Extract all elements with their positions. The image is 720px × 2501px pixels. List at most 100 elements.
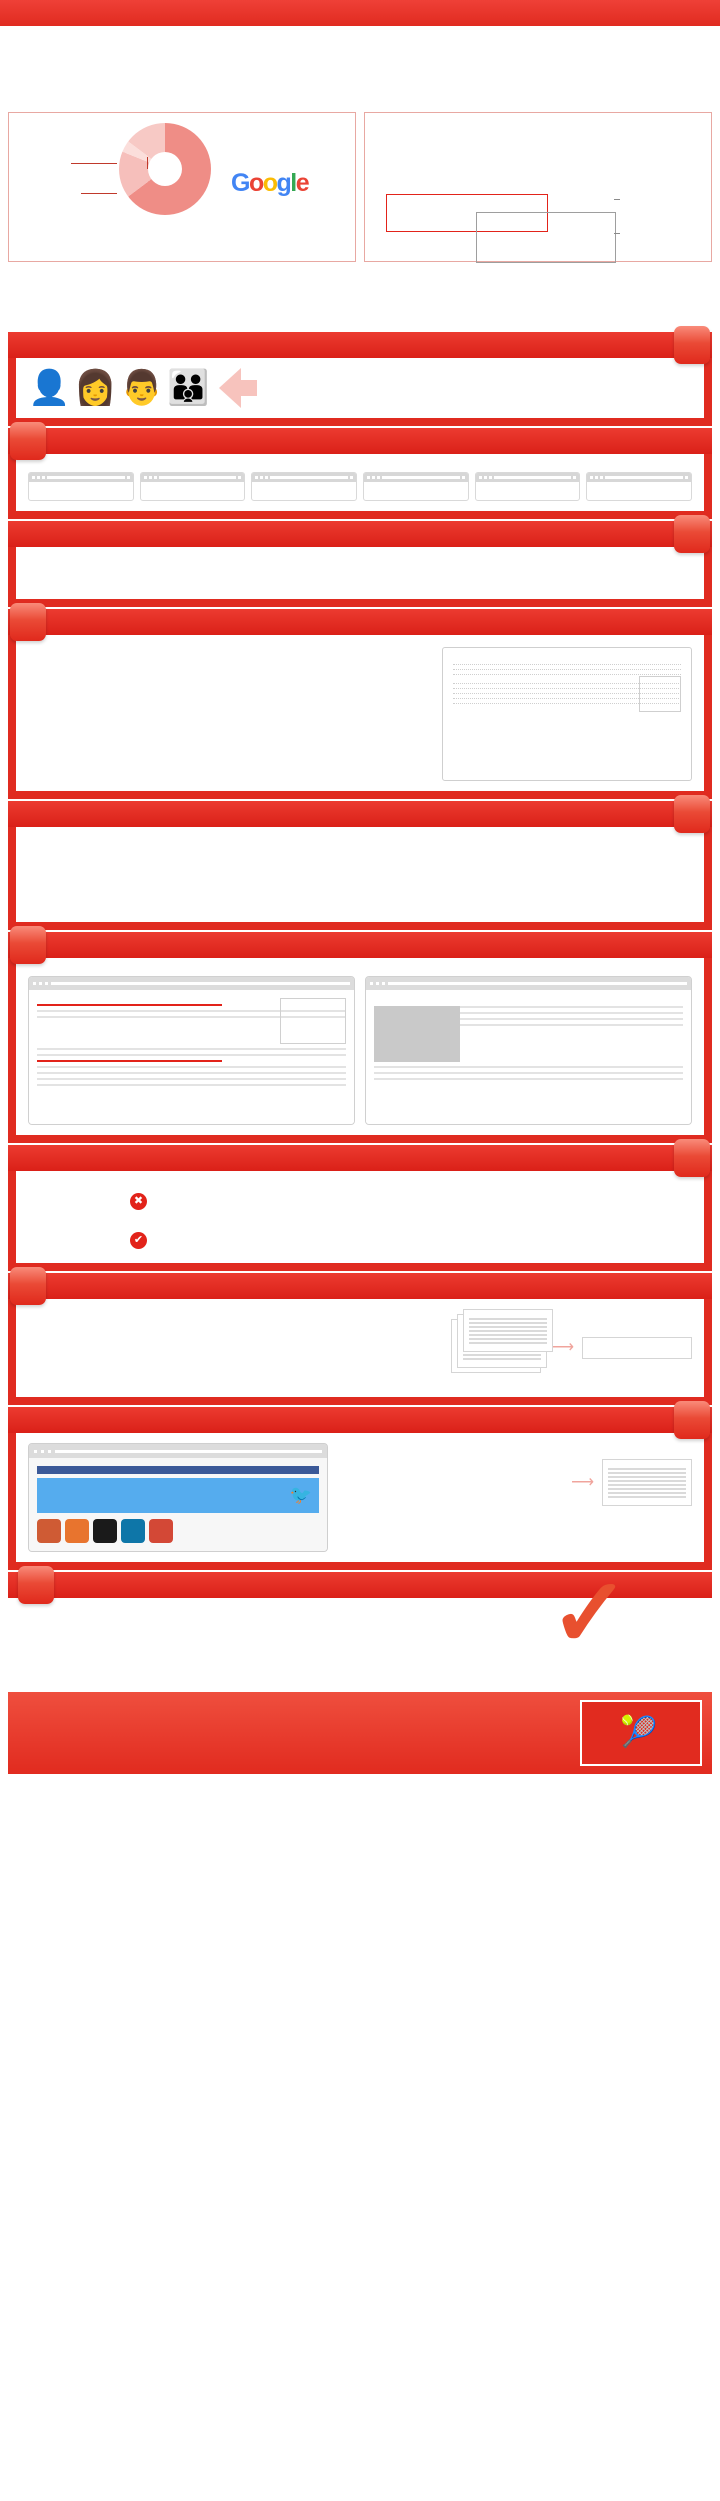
linkedin-icon[interactable] [121, 1519, 145, 1543]
header-kicker-bar [0, 0, 720, 26]
step-9-header[interactable] [8, 1401, 712, 1439]
step-9-body: 🐦 ⟶ [8, 1433, 712, 1570]
step-7-header[interactable] [8, 1139, 712, 1177]
step-4 [8, 603, 712, 799]
step-3-header[interactable] [8, 515, 712, 553]
steps-container: 👤 👩 👨 👪 ✖ ✔ ⟶ 🐦 ⟶ [0, 326, 720, 1570]
pictogram-box-rest-pages [476, 212, 616, 263]
right-arrow-icon: ⟶ [551, 1339, 574, 1356]
step-7-body: ✖ ✔ [8, 1171, 712, 1271]
leader-line-yahoo [81, 193, 117, 194]
article-document-mock [442, 647, 692, 781]
step-7: ✖ ✔ [8, 1139, 712, 1271]
leader-line-others [147, 157, 148, 169]
link-baits-list [28, 472, 693, 501]
article-paper-stack [451, 1309, 554, 1387]
left-arrow-icon [219, 368, 258, 408]
googleplus-icon[interactable] [149, 1519, 173, 1543]
right-arrow-icon: ⟶ [571, 1473, 594, 1491]
cross-icon: ✖ [130, 1193, 147, 1211]
step-8-diagram: ⟶ [392, 1309, 692, 1387]
list-item[interactable] [363, 472, 469, 501]
step-10-number [18, 1566, 54, 1604]
list-item[interactable] [586, 472, 693, 501]
browser-window-landing[interactable] [365, 976, 692, 1125]
step-6 [8, 926, 712, 1143]
check-icon: ✔ [130, 1232, 147, 1250]
step-9-number [674, 1401, 710, 1439]
person-doctor-icon: 👤 [28, 369, 71, 407]
click-thru-panel [364, 112, 712, 263]
bait-label [364, 482, 468, 500]
pie-label-google: Google [231, 169, 310, 197]
market-share-panel: Google [8, 112, 356, 262]
step-3-body [8, 547, 712, 607]
step-2-number [10, 422, 46, 460]
step-1: 👤 👩 👨 👪 [8, 326, 712, 426]
step-6-header[interactable] [8, 926, 712, 964]
list-item[interactable] [474, 472, 581, 501]
bait-label [252, 482, 356, 500]
h1-example [28, 557, 692, 589]
social-window[interactable]: 🐦 [28, 1443, 328, 1552]
facebook-logo[interactable] [37, 1466, 319, 1474]
blogger-icon[interactable] [65, 1519, 89, 1543]
step-3 [8, 515, 712, 607]
browser-chrome-icon [140, 473, 245, 482]
step-6-number [10, 926, 46, 964]
step-5 [8, 795, 712, 930]
step-3-number [674, 515, 710, 553]
spellcheck-samples: ✖ ✔ [28, 1181, 243, 1253]
step-5-number [674, 795, 710, 833]
step-10: ✓ [0, 1566, 720, 1692]
family-icon: 👪 [167, 369, 210, 407]
pie-donut [119, 123, 211, 215]
browser-chrome-icon [252, 473, 357, 482]
footer: 🎾 [8, 1692, 712, 1774]
step-5-header[interactable] [8, 795, 712, 833]
step-2 [8, 422, 712, 519]
list-item[interactable] [251, 472, 358, 501]
big-check-icon: ✓ [549, 1560, 630, 1667]
twitter-logo[interactable]: 🐦 [37, 1478, 319, 1513]
header-title [0, 26, 720, 84]
step-9: 🐦 ⟶ [8, 1401, 712, 1570]
horse-icon: 🎾 [620, 1716, 658, 1749]
step-4-body [8, 635, 712, 799]
doc-image-placeholder [639, 676, 681, 712]
email-icon[interactable] [37, 1519, 61, 1543]
step-1-header[interactable] [8, 326, 712, 364]
twitter-bird-icon: 🐦 [289, 1485, 312, 1505]
browser-chrome-icon [364, 473, 468, 482]
list-item[interactable] [139, 472, 246, 501]
step-4-header[interactable] [8, 603, 712, 641]
step-4-doc-diagram [442, 645, 692, 781]
bait-label [141, 482, 245, 500]
browser-window-article[interactable] [28, 976, 355, 1125]
browser-chrome-icon [587, 473, 692, 482]
person-woman-icon: 👩 [74, 369, 117, 407]
bait-label [587, 482, 691, 500]
article-paper [602, 1459, 692, 1506]
step-8-header[interactable] [8, 1267, 712, 1305]
tick-28 [614, 199, 620, 200]
stumbleupon-icon[interactable] [93, 1519, 117, 1543]
person-businessman-icon: 👨 [120, 369, 164, 407]
audience-people-icons: 👤 👩 👨 👪 [28, 371, 209, 405]
header-title-reflection [0, 84, 720, 106]
browser-toolbar [29, 977, 354, 990]
step-4-number [10, 603, 46, 641]
browser-chrome-icon [475, 473, 580, 482]
step-9-right: ⟶ [338, 1443, 692, 1552]
step-5-body [8, 827, 712, 930]
browser-toolbar [366, 977, 691, 990]
step-4-text-column [28, 645, 432, 781]
intro-quote [0, 262, 720, 278]
market-share-pie-chart: Google [9, 117, 355, 215]
step-2-header[interactable] [8, 422, 712, 460]
article-image-placeholder [280, 998, 346, 1044]
tick-10 [614, 233, 620, 234]
list-item[interactable] [28, 472, 134, 501]
step-1-body: 👤 👩 👨 👪 [8, 358, 712, 426]
your-website-box [582, 1337, 692, 1359]
